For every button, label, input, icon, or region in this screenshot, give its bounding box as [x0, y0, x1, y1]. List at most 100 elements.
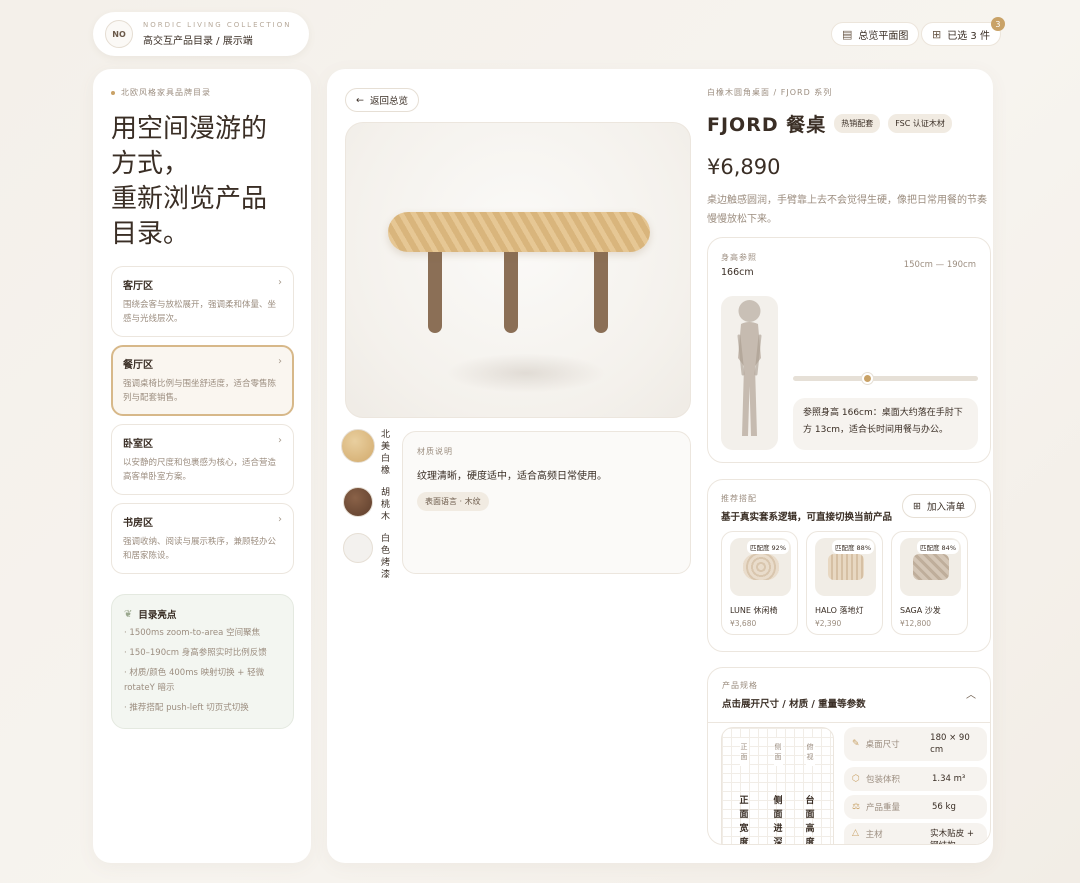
product-title: FJORD 餐桌: [707, 114, 827, 136]
cart-button[interactable]: ⊞ 已选 3 件 3: [921, 17, 1005, 46]
specs-header[interactable]: 产品规格 点击展开尺寸 / 材质 / 重量等参数 ︿: [708, 668, 990, 723]
swatch-circle: [341, 429, 375, 463]
product-tag: 热销配套: [834, 114, 881, 133]
zone-title: 书房区: [123, 518, 153, 529]
product-crumb: 白橡木圆角桌面 / FJORD 系列: [707, 88, 833, 97]
view-tag: 侧面: [773, 738, 783, 766]
spec-value: 56 kg: [932, 802, 956, 812]
recommend-name: SAGA 沙发: [900, 606, 941, 615]
height-slider[interactable]: [793, 373, 978, 384]
chevron-right-icon: ›: [278, 435, 282, 446]
brand-badge: NO: [105, 20, 133, 48]
lamp-icon: [827, 554, 864, 580]
product-3d-viewer[interactable]: [345, 122, 691, 418]
human-silhouette-icon: [737, 300, 762, 436]
material-info-card: 材质说明 纹理清晰，硬度适中，适合高频日常使用。 表面语言 · 木纹: [402, 431, 691, 574]
hero-line: 目录。: [111, 219, 190, 249]
match-badge: 匹配度 92%: [746, 540, 789, 554]
cart-count-badge: 3: [990, 17, 1005, 31]
height-reference-card: 身高参照 166cm 150cm — 190cm 参照身高 166cm：桌面大约…: [707, 237, 991, 463]
swatch-label: 北美白橡: [381, 430, 391, 476]
highlight-item: · 推荐搭配 push-left 切页式切换: [124, 703, 249, 713]
chevron-right-icon: ›: [278, 514, 282, 525]
view-top[interactable]: 俯视 台面高度: [799, 738, 821, 845]
recommend-price: ¥12,800: [900, 619, 932, 628]
brand-subtitle: 高交互产品目录 / 展示端: [143, 36, 253, 47]
zone-desc: 以安静的尺度和包裹感为核心，适合营造高客单卧室方案。: [123, 458, 277, 482]
chevron-right-icon: ›: [278, 277, 282, 288]
height-note: 参照身高 166cm：桌面大约落在手肘下方 13cm，适合长时间用餐与办公。: [793, 398, 978, 450]
highlight-item: · 150–190cm 身高参照实时比例反馈: [124, 648, 267, 658]
highlight-item: · 1500ms zoom-to-area 空间聚焦: [124, 628, 261, 638]
recommend-item-lune[interactable]: 匹配度 92% LUNE 休闲椅 ¥3,680: [721, 531, 798, 635]
swatch-white-oak[interactable]: 北美白橡: [341, 429, 391, 477]
spec-row: ⚖ 产品重量 56 kg: [844, 795, 987, 819]
spec-row: ✎ 桌面尺寸 180 × 90 cm: [844, 727, 987, 761]
swatch-walnut[interactable]: 胡桃木: [341, 487, 391, 523]
swatch-white-lacquer[interactable]: 白色烤漆: [341, 533, 391, 581]
floor-shadow: [446, 353, 606, 393]
add-to-list-label: 加入清单: [926, 502, 965, 513]
spec-key: 桌面尺寸: [865, 740, 900, 750]
zone-title: 客厅区: [123, 281, 153, 292]
zone-title: 卧室区: [123, 439, 153, 450]
height-slider-thumb[interactable]: [862, 373, 873, 384]
triangle-icon: △: [852, 828, 859, 838]
cart-label: 已选 3 件: [947, 30, 990, 42]
view-front[interactable]: 正面 正面宽度: [733, 738, 755, 844]
recommend-item-halo[interactable]: 匹配度 88% HALO 落地灯 ¥2,390: [806, 531, 883, 635]
product-desc: 桌边触感圆润，手臂靠上去不会觉得生硬，像把日常用餐的节奏慢慢放松下来。: [707, 195, 987, 225]
table-top: [388, 212, 650, 252]
add-to-list-button[interactable]: ⊞ 加入清单: [902, 494, 976, 518]
scale-icon: ⚖: [852, 802, 861, 812]
recommend-price: ¥2,390: [815, 619, 842, 628]
recommend-item-saga[interactable]: 匹配度 84% SAGA 沙发 ¥12,800: [891, 531, 968, 635]
view-dimension: 台面高度: [805, 796, 815, 845]
dimension-views: 正面 正面宽度 侧面 侧面进深 俯视 台面高度: [721, 727, 834, 845]
match-badge: 匹配度 88%: [831, 540, 874, 554]
material-text: 纹理清晰，硬度适中，适合高频日常使用。: [417, 471, 607, 482]
box-icon: ⬡: [852, 774, 860, 784]
zone-bedroom[interactable]: 卧室区 › 以安静的尺度和包裹感为核心，适合营造高客单卧室方案。: [111, 424, 294, 495]
product-price: ¥6,890: [707, 155, 781, 179]
zone-title: 餐厅区: [123, 360, 153, 371]
product-panel: ← 返回总览 北美白橡 胡桃木 白色烤漆 材质说明 纹理清晰，硬度适中，适合高频…: [327, 69, 993, 863]
recommend-price: ¥3,680: [730, 619, 757, 628]
material-label: 材质说明: [417, 447, 453, 456]
highlight-item: · 材质/颜色 400ms 映射切换 + 轻微 rotateY 暗示: [124, 668, 265, 693]
match-badge: 匹配度 84%: [916, 540, 959, 554]
material-tag: 表面语言 · 木纹: [417, 492, 489, 511]
hero-line: 重新浏览产品: [111, 184, 268, 214]
swatch-circle: [343, 533, 373, 563]
view-tag: 正面: [739, 738, 749, 766]
zone-desc: 围绕会客与放松展开，强调柔和体量、坐感与光线层次。: [123, 300, 277, 324]
hero-heading: 用空间漫游的 方式， 重新浏览产品 目录。: [111, 112, 293, 252]
spec-row: △ 主材 实木贴皮 + 钢结构: [844, 823, 987, 844]
dot-icon: [111, 90, 115, 95]
zone-dining[interactable]: 餐厅区 › 强调桌椅比例与围坐舒适度，适合零售陈列与配套销售。: [111, 345, 294, 416]
recommend-card: 推荐搭配 基于真实套系逻辑，可直接切换当前产品 ⊞ 加入清单 匹配度 92% L…: [707, 479, 991, 652]
spec-value: 1.34 m³: [932, 774, 966, 784]
back-label: 返回总览: [369, 96, 408, 107]
view-tag: 俯视: [805, 738, 815, 766]
product-details: 白橡木圆角桌面 / FJORD 系列 FJORD 餐桌 热销配套 FSC 认证木…: [707, 87, 991, 229]
zone-living[interactable]: 客厅区 › 围绕会客与放松展开，强调柔和体量、坐感与光线层次。: [111, 266, 294, 337]
swatch-label: 白色烤漆: [381, 534, 391, 580]
floorplan-button[interactable]: ▤ 总览平面图: [831, 22, 920, 46]
leaf-icon: ❦: [124, 608, 133, 620]
sidebar-crumb-text: 北欧风格家具品牌目录: [121, 88, 211, 97]
bag-icon: ⊞: [913, 500, 921, 512]
material-swatches: 北美白橡 胡桃木 白色烤漆: [341, 429, 391, 591]
view-side[interactable]: 侧面 侧面进深: [767, 738, 789, 844]
brand-collection-name: NORDIC LIVING COLLECTION: [143, 21, 292, 29]
spec-value: 180 × 90 cm: [930, 733, 970, 755]
zone-study[interactable]: 书房区 › 强调收纳、阅读与展示秩序，兼顾轻办公和居家陈设。: [111, 503, 294, 574]
table-leg: [428, 243, 442, 333]
specs-title: 点击展开尺寸 / 材质 / 重量等参数: [722, 699, 866, 710]
swatch-label: 胡桃木: [381, 488, 391, 522]
highlights-card: ❦ 目录亮点 · 1500ms zoom-to-area 空间聚焦 · 150–1…: [111, 594, 294, 729]
back-button[interactable]: ← 返回总览: [345, 88, 419, 112]
brand-header[interactable]: NO NORDIC LIVING COLLECTION 高交互产品目录 / 展示…: [93, 12, 309, 56]
floorplan-icon: ▤: [842, 27, 853, 41]
chevron-up-icon[interactable]: ︿: [966, 686, 976, 701]
